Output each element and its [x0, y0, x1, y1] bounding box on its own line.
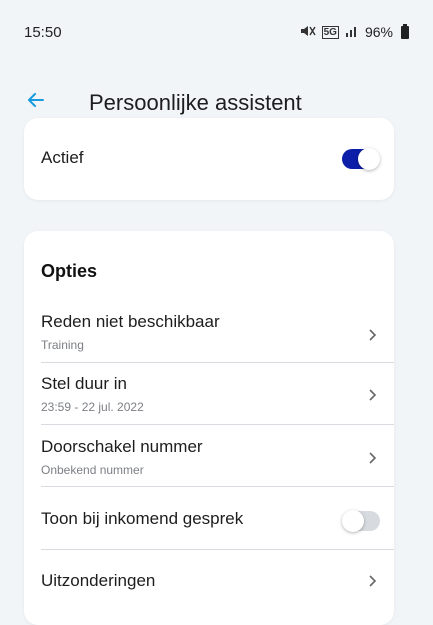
list-item-reden-niet-beschikbaar[interactable]: Reden niet beschikbaar Training	[41, 312, 394, 358]
mute-icon	[300, 24, 316, 41]
network-5g-icon: 5G	[321, 25, 339, 39]
options-title: Opties	[41, 261, 98, 281]
battery-icon	[401, 23, 409, 39]
divider	[41, 486, 394, 487]
active-toggle[interactable]	[342, 148, 380, 170]
active-label: Actief	[41, 148, 84, 167]
incoming-call-toggle[interactable]	[342, 510, 380, 532]
list-item-label: Doorschakel nummer	[41, 437, 203, 456]
active-card: Actief	[24, 118, 394, 200]
list-item-label: Stel duur in	[41, 374, 127, 393]
status-time: 15:50	[24, 23, 62, 41]
chevron-right-icon	[368, 574, 378, 588]
list-item-label: Uitzonderingen	[41, 571, 156, 590]
list-item-label: Reden niet beschikbaar	[41, 312, 220, 331]
divider	[41, 424, 394, 425]
chevron-right-icon	[368, 451, 378, 465]
status-bar: 15:50 5G 96%	[0, 0, 433, 64]
list-item-stel-duur-in[interactable]: Stel duur in 23:59 - 22 jul. 2022	[41, 374, 394, 420]
battery-percent: 96%	[364, 24, 393, 40]
list-item-sublabel: Onbekend nummer	[41, 463, 144, 477]
status-icons: 5G 96%	[300, 23, 409, 41]
toggle-knob	[358, 148, 380, 170]
list-item-sublabel: Training	[41, 338, 84, 352]
chevron-right-icon	[368, 388, 378, 402]
list-item-doorschakel-nummer[interactable]: Doorschakel nummer Onbekend nummer	[41, 437, 394, 483]
divider	[41, 362, 394, 363]
list-item-sublabel: 23:59 - 22 jul. 2022	[41, 400, 144, 414]
list-item-uitzonderingen[interactable]: Uitzonderingen	[41, 571, 394, 595]
page-title: Persoonlijke assistent	[89, 90, 302, 115]
chevron-right-icon	[368, 328, 378, 342]
toggle-knob	[342, 510, 364, 532]
arrow-left-icon	[28, 92, 44, 112]
divider	[41, 549, 394, 550]
back-button[interactable]	[24, 90, 48, 114]
signal-icon	[345, 25, 359, 40]
options-card: Opties Reden niet beschikbaar Training S…	[24, 231, 394, 625]
